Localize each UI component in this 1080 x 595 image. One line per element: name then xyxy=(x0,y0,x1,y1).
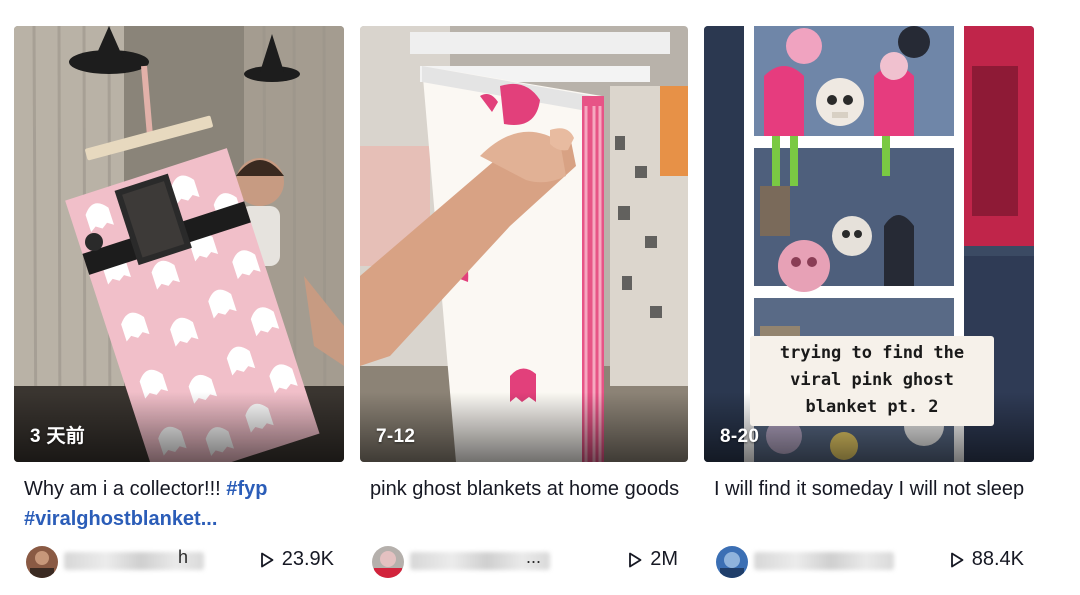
video-card[interactable]: 3 天前 Why am i a collector!!! #fyp #viral… xyxy=(14,26,344,578)
play-count: 2M xyxy=(628,548,678,571)
avatar[interactable] xyxy=(372,546,404,578)
play-icon xyxy=(950,552,964,567)
play-count: 88.4K xyxy=(950,548,1024,571)
video-grid: 3 天前 Why am i a collector!!! #fyp #viral… xyxy=(0,0,1080,595)
video-meta: h 23.9K xyxy=(14,538,344,578)
avatar[interactable] xyxy=(26,546,58,578)
play-count-value: 2M xyxy=(650,548,678,570)
video-title-text: pink ghost blankets at home goods xyxy=(370,478,680,500)
video-card[interactable]: trying to find the viral pink ghost blan… xyxy=(704,26,1034,578)
video-overlay-caption: trying to find the viral pink ghost blan… xyxy=(750,336,994,426)
avatar[interactable] xyxy=(716,546,748,578)
play-count-value: 23.9K xyxy=(281,548,334,570)
video-card[interactable]: 7-12 pink ghost blankets at home goods .… xyxy=(360,26,688,578)
play-count-value: 88.4K xyxy=(971,548,1024,570)
video-title[interactable]: pink ghost blankets at home goods xyxy=(370,474,684,534)
play-count: 23.9K xyxy=(260,548,334,571)
video-title[interactable]: I will find it someday I will not sleep xyxy=(714,474,1030,534)
play-icon xyxy=(629,552,642,567)
video-meta: ... 2M xyxy=(360,538,688,578)
video-timestamp: 3 天前 xyxy=(30,426,86,447)
author-name-tail: ... xyxy=(526,547,542,567)
play-icon xyxy=(260,552,274,567)
video-timestamp: 7-12 xyxy=(376,426,416,447)
video-title-text: Why am i a collector!!! xyxy=(24,478,221,500)
video-title-text: I will find it someday I will not sleep xyxy=(714,478,1025,500)
author-name-blurred[interactable] xyxy=(754,552,894,570)
video-thumbnail[interactable]: trying to find the viral pink ghost blan… xyxy=(704,26,1034,462)
video-timestamp: 8-20 xyxy=(720,426,760,447)
author-name-tail: h xyxy=(178,547,189,567)
video-thumbnail[interactable]: 3 天前 xyxy=(14,26,344,462)
video-thumbnail[interactable]: 7-12 xyxy=(360,26,688,462)
video-meta: 88.4K xyxy=(704,538,1034,578)
video-title[interactable]: Why am i a collector!!! #fyp #viralghost… xyxy=(24,474,340,534)
